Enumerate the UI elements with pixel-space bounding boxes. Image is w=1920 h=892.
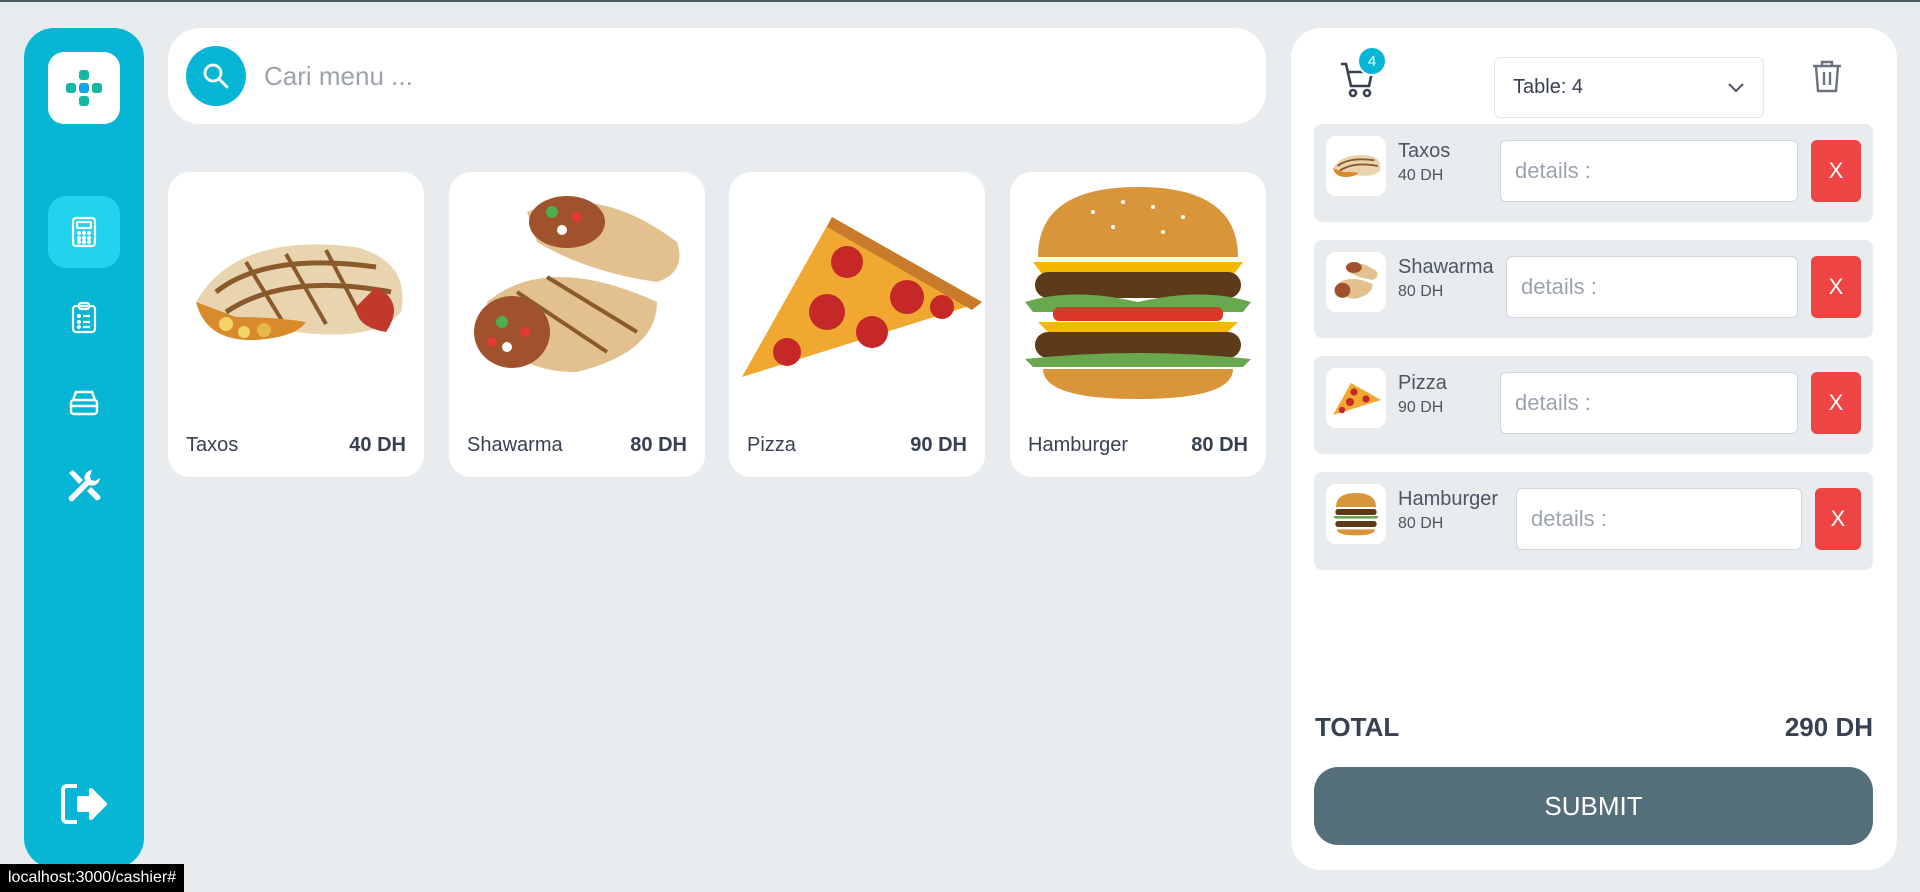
menu-item-price: 40 DH bbox=[349, 434, 406, 456]
total-label: TOTAL bbox=[1315, 712, 1400, 742]
search-button[interactable] bbox=[186, 46, 246, 106]
menu-card[interactable]: Hamburger 80 DH bbox=[1010, 172, 1266, 477]
menu-card[interactable]: Shawarma 80 DH bbox=[449, 172, 705, 477]
calculator-icon bbox=[71, 216, 97, 248]
nav-calculator[interactable] bbox=[48, 196, 120, 268]
taxos-image bbox=[168, 172, 424, 412]
logout-button[interactable] bbox=[48, 768, 120, 840]
order-item-thumbnail bbox=[1326, 252, 1386, 312]
order-item-price: 90 DH bbox=[1398, 399, 1444, 416]
order-item-price: 40 DH bbox=[1398, 167, 1444, 184]
nav-orders[interactable] bbox=[48, 282, 120, 354]
table-select-value: Table: 4 bbox=[1513, 76, 1584, 98]
menu-item-price: 80 DH bbox=[630, 434, 687, 456]
order-item-name: Hamburger bbox=[1398, 488, 1499, 510]
tools-icon bbox=[68, 470, 101, 502]
menu-item-name: Shawarma bbox=[467, 434, 563, 456]
menu-card[interactable]: Pizza 90 DH bbox=[729, 172, 985, 477]
tray-stack-icon bbox=[69, 390, 99, 416]
menu-item-price: 80 DH bbox=[1191, 434, 1248, 456]
order-item-name: Pizza bbox=[1398, 372, 1447, 394]
order-item: Taxos 40 DH X bbox=[1314, 124, 1873, 222]
shawarma-image bbox=[449, 172, 705, 412]
order-item-details-input[interactable] bbox=[1506, 256, 1798, 318]
nav-settings[interactable] bbox=[48, 450, 120, 522]
order-item-thumbnail bbox=[1326, 136, 1386, 196]
status-bar-url: localhost:3000/cashier# bbox=[0, 864, 185, 892]
remove-item-button[interactable]: X bbox=[1811, 372, 1861, 434]
clear-order-button[interactable] bbox=[1811, 58, 1851, 98]
sidebar bbox=[24, 28, 144, 868]
logo-icon bbox=[66, 70, 102, 106]
pizza-image bbox=[729, 172, 985, 412]
order-item-name: Shawarma bbox=[1398, 256, 1494, 278]
submit-button[interactable]: SUBMIT bbox=[1314, 767, 1873, 845]
order-item-thumbnail bbox=[1326, 368, 1386, 428]
cart-count-badge: 4 bbox=[1357, 46, 1387, 76]
order-item-name: Taxos bbox=[1398, 140, 1451, 162]
order-item-details-input[interactable] bbox=[1500, 372, 1798, 434]
search-icon bbox=[203, 63, 229, 89]
nav-inventory[interactable] bbox=[48, 366, 120, 438]
order-item-details-input[interactable] bbox=[1500, 140, 1798, 202]
order-item-details-input[interactable] bbox=[1516, 488, 1802, 550]
search-input[interactable] bbox=[264, 60, 1164, 92]
menu-item-name: Taxos bbox=[186, 434, 239, 456]
chevron-down-icon bbox=[1728, 82, 1744, 92]
logout-icon bbox=[61, 784, 107, 824]
menu-item-name: Hamburger bbox=[1028, 434, 1129, 456]
menu-card[interactable]: Taxos 40 DH bbox=[168, 172, 424, 477]
order-item: Pizza 90 DH X bbox=[1314, 356, 1873, 454]
remove-item-button[interactable]: X bbox=[1811, 140, 1861, 202]
remove-item-button[interactable]: X bbox=[1815, 488, 1861, 550]
menu-item-name: Pizza bbox=[747, 434, 796, 456]
order-item-price: 80 DH bbox=[1398, 515, 1444, 532]
menu-item-price: 90 DH bbox=[910, 434, 967, 456]
trash-icon bbox=[1813, 60, 1841, 93]
order-item-thumbnail bbox=[1326, 484, 1386, 544]
order-item: Shawarma 80 DH X bbox=[1314, 240, 1873, 338]
order-panel: 4 Table: 4 Taxos 40 DH X Shawarma 80 DH … bbox=[1291, 28, 1897, 870]
search-bar bbox=[168, 28, 1266, 124]
order-item-price: 80 DH bbox=[1398, 283, 1444, 300]
total-value: 290 DH bbox=[1784, 712, 1873, 742]
remove-item-button[interactable]: X bbox=[1811, 256, 1861, 318]
table-select[interactable]: Table: 4 bbox=[1494, 57, 1764, 118]
hamburger-image bbox=[1010, 172, 1266, 412]
app-logo[interactable] bbox=[48, 52, 120, 124]
clipboard-list-icon bbox=[71, 301, 97, 334]
order-item: Hamburger 80 DH X bbox=[1314, 472, 1873, 570]
